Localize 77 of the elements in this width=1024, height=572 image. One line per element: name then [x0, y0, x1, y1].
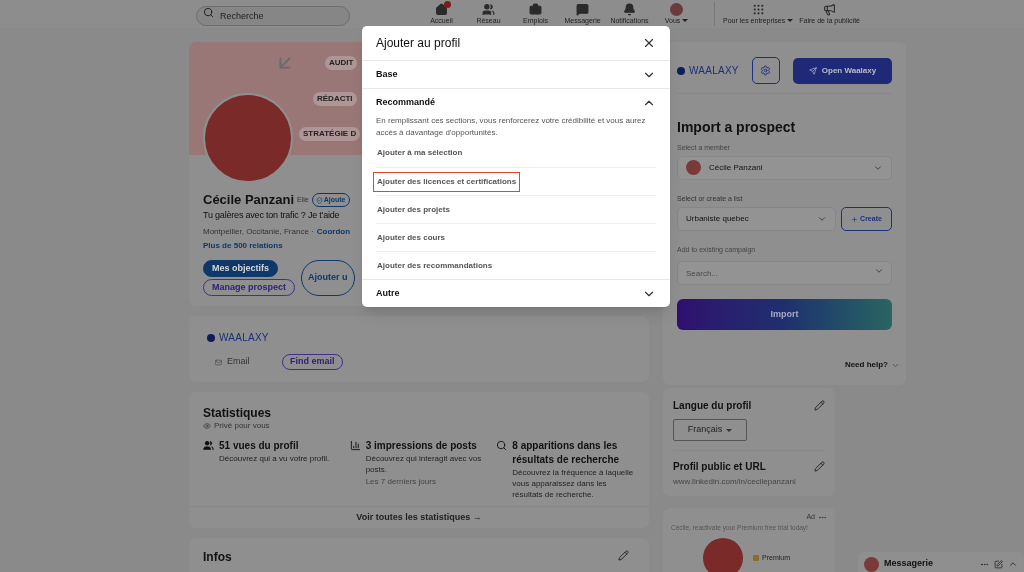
edit-icon[interactable]	[814, 400, 825, 411]
bar-chart-icon	[349, 440, 361, 451]
settings-button[interactable]	[751, 57, 780, 84]
stat-title[interactable]: 3 impressions de posts	[365, 439, 489, 453]
profile-photo	[703, 538, 743, 572]
member-select[interactable]: Cécile Panzani	[677, 155, 892, 180]
menu-item[interactable]: Ajouter des licences et certifications	[373, 171, 521, 192]
stat-title[interactable]: 8 apparitions dans les résultats de recherche	[512, 439, 635, 467]
caret-icon	[726, 428, 733, 432]
send-icon	[808, 66, 817, 75]
card-title: Langue du profil	[673, 399, 752, 413]
search-icon	[496, 440, 508, 451]
avatar	[686, 160, 701, 175]
language-dropdown[interactable]: Français	[673, 419, 747, 441]
banner-tag: AUDIT	[325, 56, 358, 70]
profile-url: www.linkedin.com/in/cecilepanzani	[673, 476, 797, 488]
stat-description: Découvrez qui a vu votre profil.	[219, 453, 330, 464]
contact-link[interactable]: Coordon	[316, 227, 351, 237]
card-title: Statistiques	[203, 406, 272, 420]
list-select[interactable]: Urbaniste quebec	[677, 207, 836, 231]
section-header[interactable]: Base	[362, 61, 670, 88]
shield-icon	[315, 196, 323, 204]
card-title: Profil public et URL	[673, 460, 766, 474]
people-icon	[482, 2, 495, 16]
stat-description: Découvrez qui interagit avec vos posts.	[365, 453, 483, 475]
eye-icon	[203, 422, 211, 430]
dialog-title: Ajouter au profil	[376, 35, 461, 52]
stat-description: Découvrez la fréquence à laquelle vous apparaissez dans les résultats de recherche.	[512, 467, 635, 500]
privacy-note: Privé pour vous	[214, 420, 270, 432]
chevron-down-icon	[817, 214, 827, 224]
profile-headline: Tu galères avec ton trafic ? Je t'aide	[203, 209, 340, 222]
chat-icon	[576, 2, 589, 16]
import-button[interactable]: Import	[677, 299, 892, 330]
mail-icon	[215, 358, 222, 366]
panel-title: Import a prospect	[677, 119, 797, 136]
stat-title[interactable]: 51 vues du profil	[219, 439, 330, 453]
avatar	[670, 2, 683, 16]
chevron-up-icon	[1008, 559, 1018, 569]
menu-item[interactable]: Ajouter à ma sélection	[373, 143, 467, 163]
menu-item[interactable]: Ajouter des projets	[373, 199, 454, 220]
section-header[interactable]: Autre	[362, 280, 670, 307]
stat-note: Les 7 derniers jours	[365, 476, 437, 487]
close-icon[interactable]	[642, 36, 656, 50]
banner-tag: RÉDACTI	[313, 92, 357, 106]
profile-name: Cécile Panzani	[203, 191, 295, 209]
people-icon	[203, 440, 214, 451]
location-text: Montpellier, Occitanie, France ·	[203, 227, 314, 237]
plus-icon	[851, 215, 859, 223]
messaging-bar[interactable]: Messagerie	[858, 552, 1024, 572]
waalaxy-logo: WAALAXY	[689, 64, 739, 78]
see-all-statistics-link[interactable]: Voir toutes les statistiques →	[356, 510, 482, 525]
banner-tag: STRATÉGIE D	[299, 127, 361, 141]
megaphone-icon	[823, 2, 837, 16]
premium-icon	[753, 555, 759, 562]
help-link[interactable]: Need help?	[844, 359, 888, 371]
campaign-field[interactable]: Search...	[677, 261, 892, 285]
edit-icon[interactable]	[618, 550, 629, 561]
waalaxy-logo: WAALAXY	[219, 331, 269, 345]
profile-button[interactable]: Manage prospect	[203, 279, 296, 296]
grid-icon	[751, 2, 765, 16]
settings-icon	[760, 65, 772, 76]
compose-icon	[994, 559, 1003, 569]
menu-item[interactable]: Ajouter des cours	[373, 227, 449, 248]
email-label: Email	[227, 355, 251, 369]
briefcase-icon	[529, 2, 542, 16]
home-icon	[435, 2, 448, 16]
avatar	[864, 556, 879, 572]
menu-item[interactable]: Ajouter des recommandations	[373, 255, 497, 276]
bell-icon	[623, 2, 636, 16]
edit-icon[interactable]	[814, 461, 825, 472]
profile-button[interactable]: Mes objectifs	[203, 260, 278, 277]
open-waalaxy-button[interactable]: Open Waalaxy	[793, 57, 892, 84]
search-icon	[203, 7, 214, 18]
section-description: En remplissant ces sections, vous renforcerez votre crédibilité et vous aurez accès à davantage d'opportunités.	[376, 115, 647, 139]
card-title: Infos	[203, 549, 232, 566]
global-search-field[interactable]: Recherche	[196, 6, 350, 26]
section-header[interactable]: Recommandé	[362, 89, 670, 116]
